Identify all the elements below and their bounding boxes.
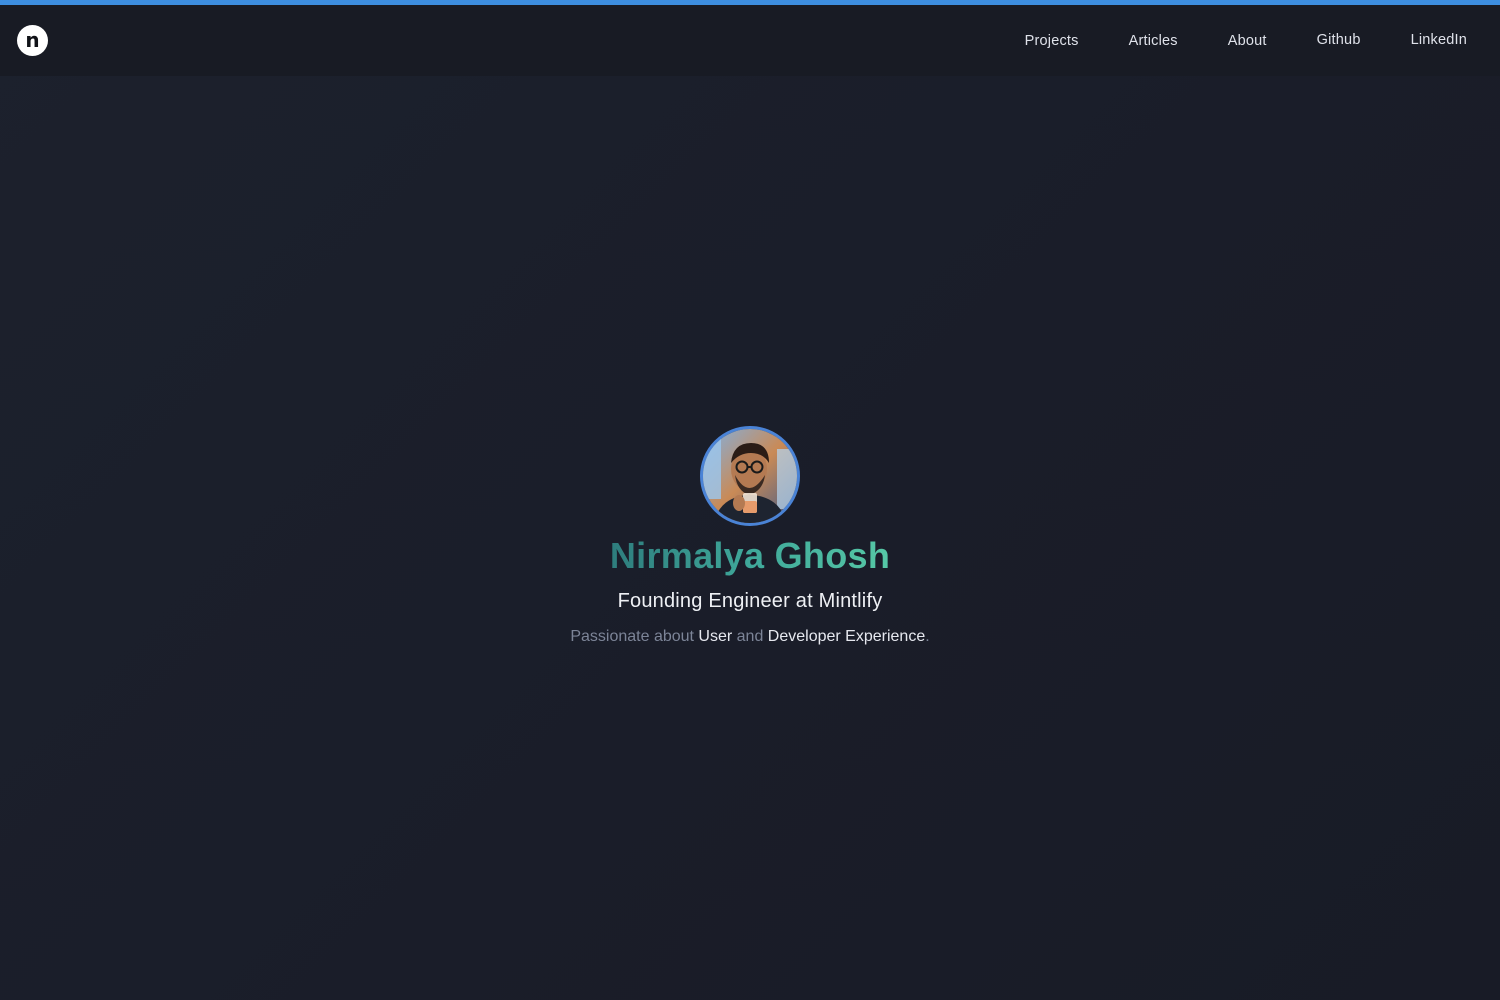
nav-link-linkedin[interactable]: LinkedIn — [1411, 32, 1467, 48]
tagline-highlight-dx: Developer Experience — [767, 627, 926, 645]
tagline-text-2: and — [732, 627, 768, 645]
nav-link-github[interactable]: Github — [1317, 32, 1361, 48]
tagline-highlight-user: User — [698, 627, 733, 645]
tagline-text-1: Passionate about — [570, 627, 699, 645]
logo-letter: n — [25, 27, 40, 52]
navbar: n Projects Articles About Github LinkedI… — [0, 5, 1500, 76]
nav-link-projects[interactable]: Projects — [1025, 33, 1079, 49]
hero-section: Nirmalya Ghosh Founding Engineer at Mint… — [0, 426, 1500, 646]
nav-link-articles[interactable]: Articles — [1129, 33, 1178, 49]
home-logo[interactable]: n — [17, 25, 48, 56]
profile-tagline: Passionate about User and Developer Expe… — [570, 628, 929, 646]
profile-role: Founding Engineer at Mintlify — [617, 589, 883, 612]
nav-link-about[interactable]: About — [1228, 33, 1267, 49]
avatar — [700, 426, 800, 526]
avatar-photo — [703, 429, 797, 523]
nav-links: Projects Articles About Github LinkedIn — [1025, 32, 1467, 49]
profile-name: Nirmalya Ghosh — [609, 535, 891, 576]
tagline-text-3: . — [925, 627, 930, 645]
